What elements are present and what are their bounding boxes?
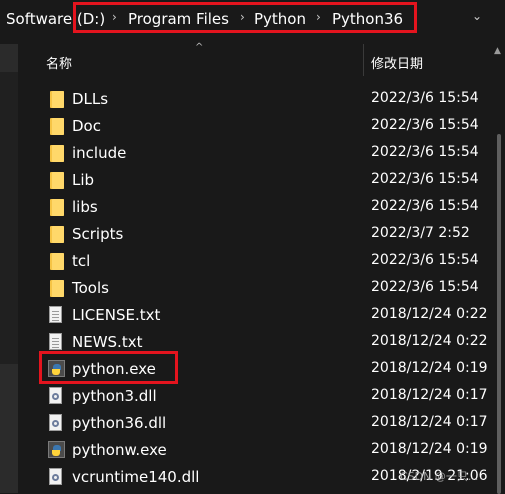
dll-file-icon [48, 387, 64, 405]
file-modified-date: 2022/3/6 15:54 [371, 144, 479, 160]
file-modified-date: 2022/3/6 15:54 [371, 171, 479, 187]
file-row[interactable]: Lib 2022/3/6 15:54 [40, 167, 500, 194]
folder-icon [48, 171, 64, 189]
file-modified-date: 2022/3/6 15:54 [371, 90, 479, 106]
folder-icon [48, 252, 64, 270]
file-modified-date: 2022/3/6 15:54 [371, 279, 479, 295]
file-name[interactable]: Scripts [72, 225, 123, 243]
dll-file-icon [48, 468, 64, 486]
file-row[interactable]: pythonw.exe 2018/12/24 0:19 [40, 437, 500, 464]
navigation-pane-strip[interactable] [0, 44, 18, 493]
scroll-up-icon[interactable]: ▲ [494, 46, 501, 56]
address-highlight-box [73, 2, 417, 33]
file-modified-date: 2018/12/24 0:17 [371, 414, 488, 430]
file-name[interactable]: python3.dll [72, 387, 157, 405]
text-file-icon [48, 333, 64, 351]
folder-icon [48, 279, 64, 297]
file-modified-date: 2022/3/6 15:54 [371, 252, 479, 268]
python-exe-highlight-box [39, 351, 178, 384]
sort-ascending-icon: ^ [195, 42, 204, 53]
file-row[interactable]: python36.dll 2018/12/24 0:17 [40, 410, 500, 437]
folder-icon [48, 144, 64, 162]
file-list: DLLs 2022/3/6 15:54 Doc 2022/3/6 15:54 inclu… [40, 86, 500, 491]
watermark: CSDN @一只... [400, 470, 479, 483]
file-modified-date: 2018/12/24 0:22 [371, 333, 488, 349]
folder-icon [48, 198, 64, 216]
file-row[interactable]: include 2022/3/6 15:54 [40, 140, 500, 167]
file-name[interactable]: tcl [72, 252, 90, 270]
file-modified-date: 2018/12/24 0:22 [371, 306, 488, 322]
folder-icon [48, 117, 64, 135]
file-name[interactable]: LICENSE.txt [72, 306, 160, 324]
file-name[interactable]: DLLs [72, 90, 108, 108]
file-row[interactable]: Scripts 2022/3/7 2:52 [40, 221, 500, 248]
folder-icon [48, 90, 64, 108]
file-modified-date: 2018/12/24 0:17 [371, 387, 488, 403]
file-modified-date: 2022/3/6 15:54 [371, 117, 479, 133]
file-row[interactable]: DLLs 2022/3/6 15:54 [40, 86, 500, 113]
file-name[interactable]: Lib [72, 171, 94, 189]
file-modified-date: 2018/12/24 0:19 [371, 360, 488, 376]
address-dropdown-icon[interactable]: ⌄ [472, 9, 482, 23]
address-bar[interactable]: Software (D:) › Program Files › Python ›… [0, 0, 505, 38]
file-row[interactable]: LICENSE.txt 2018/12/24 0:22 [40, 302, 500, 329]
file-name[interactable]: python36.dll [72, 414, 166, 432]
file-name[interactable]: vcruntime140.dll [72, 468, 199, 486]
file-row[interactable]: libs 2022/3/6 15:54 [40, 194, 500, 221]
file-modified-date: 2022/3/7 2:52 [371, 225, 470, 241]
python-exe-icon [48, 441, 65, 459]
text-file-icon [48, 306, 64, 324]
file-name[interactable]: Doc [72, 117, 101, 135]
dll-file-icon [48, 414, 64, 432]
file-row[interactable]: python3.dll 2018/12/24 0:17 [40, 383, 500, 410]
file-name[interactable]: Tools [72, 279, 109, 297]
folder-icon [48, 225, 64, 243]
file-name[interactable]: pythonw.exe [72, 441, 167, 459]
scrollbar-thumb[interactable] [497, 134, 501, 494]
nav-pane-block [0, 364, 18, 493]
file-row[interactable]: Tools 2022/3/6 15:54 [40, 275, 500, 302]
vertical-scrollbar[interactable]: ▲ [493, 44, 505, 494]
file-name[interactable]: include [72, 144, 126, 162]
file-row[interactable]: Doc 2022/3/6 15:54 [40, 113, 500, 140]
column-name-header[interactable]: 名称 [46, 53, 72, 72]
file-modified-date: 2018/12/24 0:19 [371, 441, 488, 457]
file-name[interactable]: libs [72, 198, 98, 216]
file-modified-date: 2022/3/6 15:54 [371, 198, 479, 214]
file-name[interactable]: NEWS.txt [72, 333, 142, 351]
column-date-header[interactable]: 修改日期 [371, 53, 423, 72]
nav-pane-block [0, 44, 18, 72]
column-divider[interactable] [363, 44, 364, 76]
file-row[interactable]: tcl 2022/3/6 15:54 [40, 248, 500, 275]
column-header: ^ 名称 修改日期 [22, 42, 505, 78]
